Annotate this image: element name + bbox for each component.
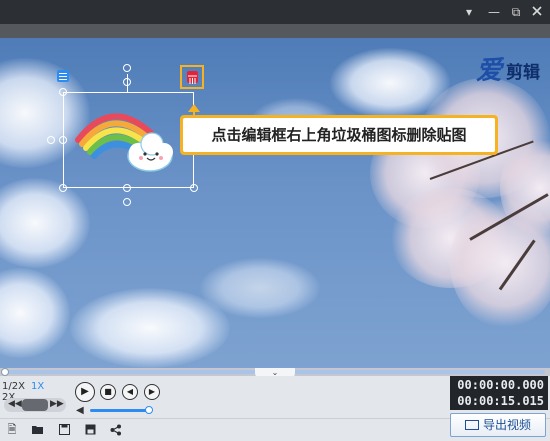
resize-handle-top-left[interactable] [59,88,67,96]
delete-sticker-button[interactable] [180,65,204,89]
aijianji-logo: 爱 剪辑 [476,56,540,86]
new-project-icon[interactable]: 🗎 [6,424,18,436]
export-video-label: 导出视频 [482,418,531,432]
save-as-icon[interactable] [84,424,96,436]
resize-handle-bottom-left[interactable] [59,184,67,192]
hint-tooltip-text: 点击编辑框右上角垃圾桶图标删除贴图 [183,118,495,152]
speed-selector: 1/2X1X2X [2,381,68,403]
jog-right-icon: ▶▶ [50,399,64,409]
close-icon [532,6,542,16]
rotate-handle[interactable] [123,64,131,72]
jog-left-icon: ◀◀ [8,399,22,409]
export-video-button[interactable]: 导出视频 [450,413,546,437]
resize-handle-bottom[interactable] [123,184,131,192]
next-frame-button[interactable]: ▶ [144,384,160,400]
share-icon[interactable] [110,424,122,436]
resize-handle-left[interactable] [59,136,67,144]
resize-handle-left-outer[interactable] [47,136,55,144]
close-button[interactable] [527,2,547,22]
title-bar: ▾ — ⧉ [0,0,550,24]
sticker-selection-box[interactable] [63,92,194,188]
minimize-button[interactable]: — [484,2,504,22]
total-time: 00:00:15.015 [457,394,544,408]
app-window: ▾ — ⧉ 爱 剪辑 点击编辑框右上角垃圾桶图标删除贴图 ⌄ 1/2X 1X ◀… [0,0,550,441]
export-icon [464,420,479,430]
speed-normal[interactable]: 1X [31,381,44,392]
play-button[interactable]: ▶ [75,382,95,402]
resize-handle-top[interactable] [123,78,131,86]
preview-canvas: 爱 剪辑 [0,24,550,372]
jog-shuttle[interactable]: ◀◀ ▶▶ [4,398,66,412]
sticker-menu-icon[interactable] [57,70,69,82]
hint-tooltip: 点击编辑框右上角垃圾桶图标删除贴图 [180,115,498,155]
speed-half[interactable]: 1/2X [2,381,25,392]
prev-frame-button[interactable]: ◀ [122,384,138,400]
trash-icon [187,71,198,84]
resize-handle-bottom-right[interactable] [190,184,198,192]
volume-icon[interactable]: ◀ [76,405,84,416]
dropdown-menu-button[interactable]: ▾ [459,2,479,22]
volume-knob[interactable] [145,406,153,414]
volume-slider[interactable] [90,409,150,412]
video-frame [0,38,550,372]
restore-button[interactable]: ⧉ [506,2,526,22]
stop-button[interactable]: ■ [100,384,116,400]
open-folder-icon[interactable] [32,424,44,436]
jog-center-knob[interactable] [22,399,48,411]
current-time: 00:00:00.000 [457,378,544,392]
save-icon[interactable] [58,424,70,436]
timeline-playhead[interactable] [1,368,9,376]
time-display: 00:00:00.000 00:00:15.015 [450,376,548,410]
resize-handle-bottom-outer[interactable] [123,198,131,206]
